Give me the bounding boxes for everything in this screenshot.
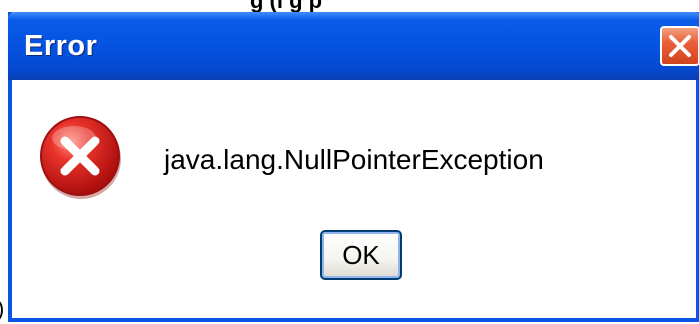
ok-button-label: OK	[342, 239, 380, 270]
screenshot-scene: g (l g p Error java.lang.NullPointerExce…	[0, 0, 699, 324]
dialog-title: Error	[24, 30, 98, 62]
cropped-top-text: g (l g p	[0, 0, 699, 13]
ok-button[interactable]: OK	[320, 230, 402, 280]
dialog-titlebar[interactable]: Error	[8, 12, 699, 80]
error-dialog: Error java.lang.NullPointerException OK	[8, 12, 699, 322]
error-icon	[40, 116, 121, 199]
dialog-body: java.lang.NullPointerException OK	[12, 80, 696, 318]
close-x-icon	[669, 35, 691, 57]
error-message: java.lang.NullPointerException	[164, 144, 544, 175]
close-button[interactable]	[660, 26, 699, 66]
cropped-bottom-text: )	[0, 296, 4, 322]
